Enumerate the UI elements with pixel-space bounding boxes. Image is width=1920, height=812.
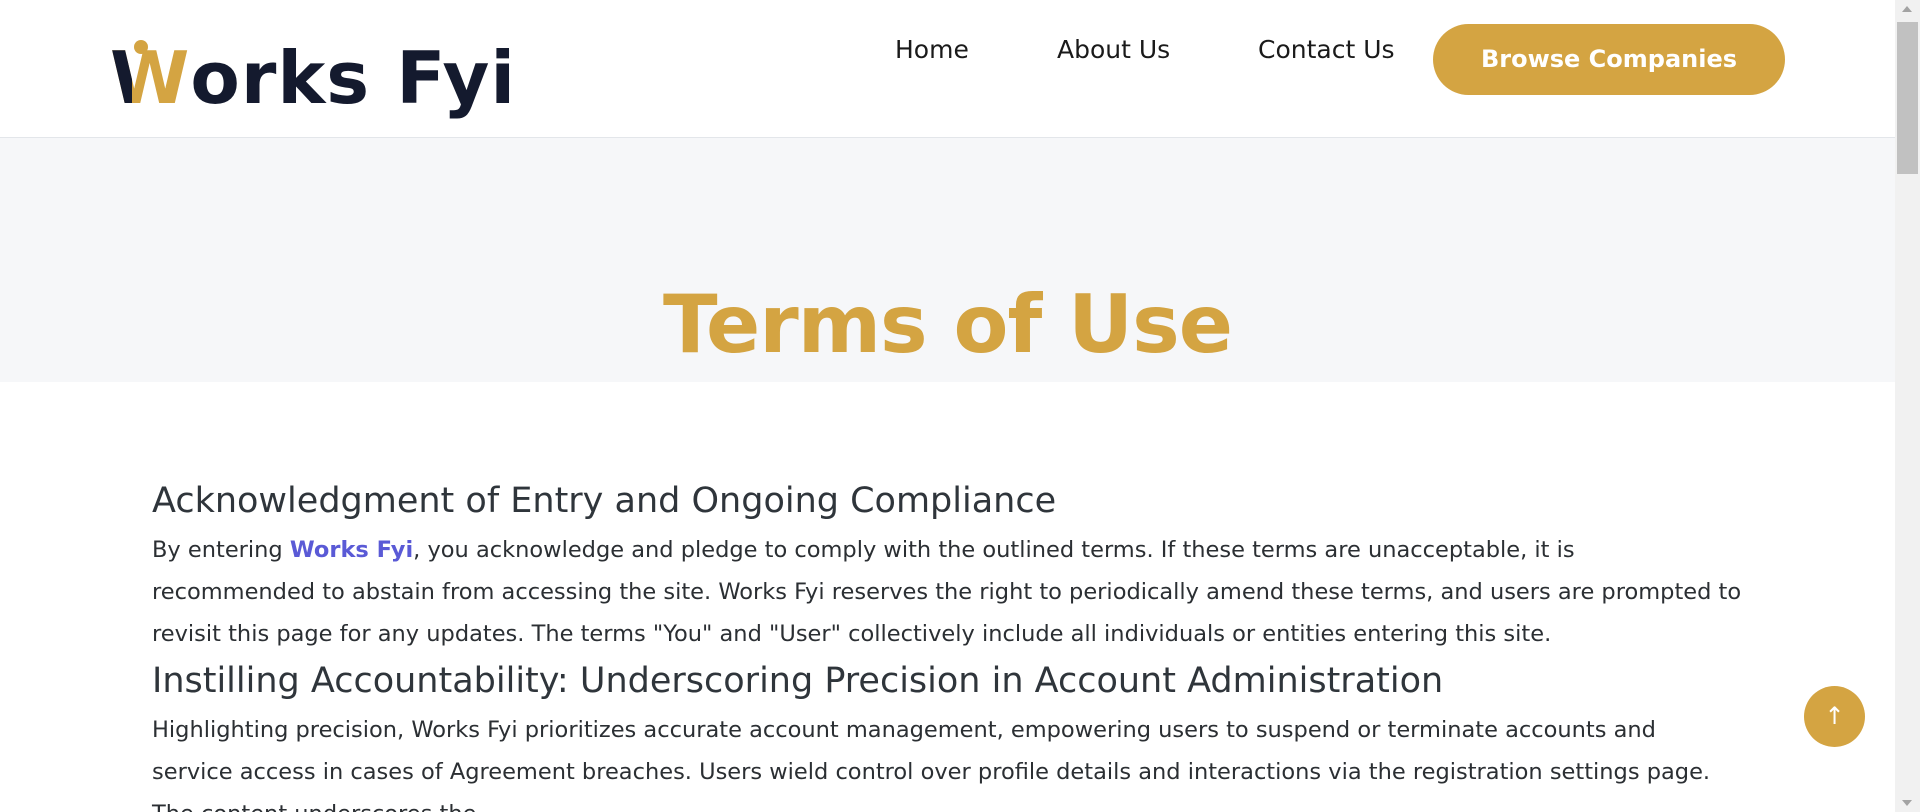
- nav-home-link[interactable]: Home: [895, 30, 969, 70]
- browser-viewport: WWorks Fyi Home About Us Contact Us Brow…: [0, 0, 1920, 812]
- nav-contact-link[interactable]: Contact Us: [1258, 30, 1395, 70]
- section-heading: Instilling Accountability: Underscoring …: [152, 661, 1444, 701]
- page: WWorks Fyi Home About Us Contact Us Brow…: [0, 0, 1895, 812]
- scrollbar-thumb[interactable]: [1897, 22, 1918, 174]
- scroll-down-arrow-icon[interactable]: [1902, 800, 1912, 806]
- terms-content: Acknowledgment of Entry and Ongoing Comp…: [152, 475, 1742, 812]
- logo-person-dot: [134, 40, 148, 54]
- vertical-scrollbar[interactable]: [1895, 0, 1920, 812]
- scroll-up-arrow-icon[interactable]: [1902, 6, 1912, 12]
- section-heading: Acknowledgment of Entry and Ongoing Comp…: [152, 481, 1057, 521]
- works-fyi-link[interactable]: Works Fyi: [290, 537, 413, 563]
- site-header: WWorks Fyi Home About Us Contact Us Brow…: [0, 0, 1895, 138]
- back-to-top-button[interactable]: ↑: [1804, 686, 1865, 747]
- page-title: Terms of Use: [663, 277, 1233, 371]
- nav-about-link[interactable]: About Us: [1057, 30, 1170, 70]
- section-paragraph: By entering Works Fyi, you acknowledge a…: [152, 529, 1742, 655]
- paragraph-text: By entering: [152, 537, 290, 563]
- section-paragraph: Highlighting precision, Works Fyi priori…: [152, 717, 1711, 812]
- hero-banner: Terms of Use: [0, 138, 1895, 382]
- arrow-up-icon: ↑: [1824, 702, 1845, 730]
- logo-mark-w: WW: [110, 36, 191, 120]
- logo-text-rest: orks Fyi: [190, 36, 517, 120]
- browse-companies-button[interactable]: Browse Companies: [1433, 24, 1785, 95]
- site-logo[interactable]: WWorks Fyi: [110, 22, 516, 114]
